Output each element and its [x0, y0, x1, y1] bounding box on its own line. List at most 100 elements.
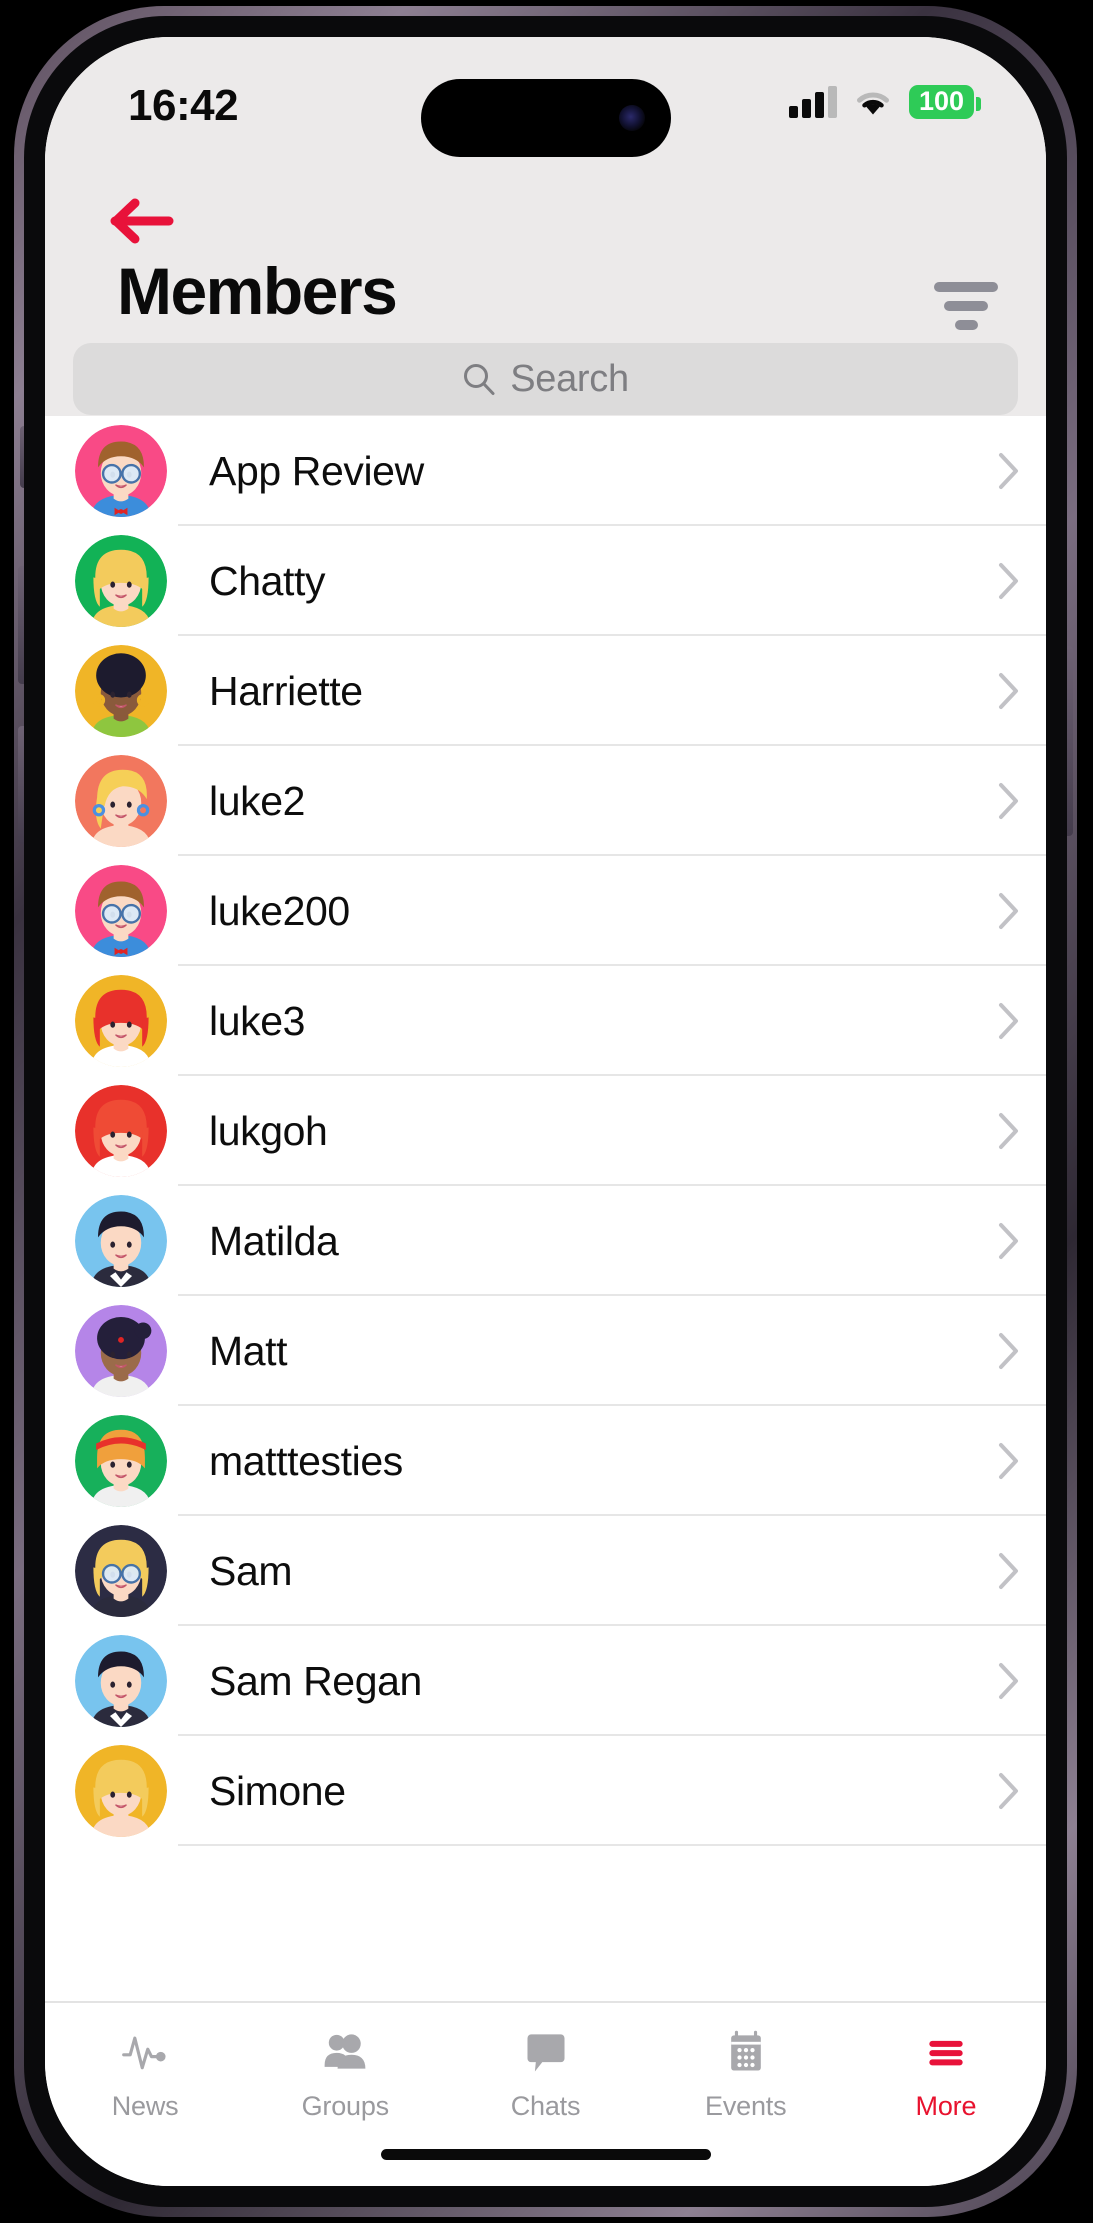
tab-events[interactable]: Events [646, 2025, 846, 2122]
avatar [75, 1085, 167, 1177]
table-row[interactable]: luke2 [45, 746, 1046, 856]
wifi-icon [853, 87, 893, 117]
chevron-right-icon [999, 1663, 1018, 1699]
back-arrow-icon [110, 198, 174, 244]
table-row[interactable]: App Review [45, 416, 1046, 526]
tab-label: Groups [301, 2091, 390, 2121]
dynamic-island [420, 79, 671, 157]
tab-label: News [111, 2091, 179, 2121]
member-name: Matilda [209, 1217, 339, 1264]
avatar [75, 1745, 167, 1837]
members-list[interactable]: App Review Chatty Harriette luke2 luke20… [45, 416, 1046, 2001]
chevron-right-icon[interactable] [998, 1332, 1020, 1370]
chevron-right-icon [999, 1333, 1018, 1369]
tab-news[interactable]: News [45, 2025, 245, 2122]
tab-chats[interactable]: Chats [445, 2025, 645, 2122]
table-row[interactable]: Sam [45, 1516, 1046, 1626]
chevron-right-icon[interactable] [998, 1112, 1020, 1150]
member-name: luke3 [209, 997, 306, 1044]
chevron-right-icon[interactable] [998, 1662, 1020, 1700]
avatar [75, 425, 167, 517]
avatar [75, 755, 167, 847]
member-name: luke2 [209, 777, 306, 824]
avatar [75, 1415, 167, 1507]
member-name: Harriette [209, 667, 363, 714]
home-indicator[interactable] [380, 2149, 711, 2160]
table-row[interactable]: matttesties [45, 1406, 1046, 1516]
tab-label: More [915, 2091, 977, 2121]
back-button[interactable] [107, 193, 179, 249]
tab-label: Chats [510, 2091, 581, 2121]
chevron-right-icon [999, 453, 1018, 489]
avatar [75, 645, 167, 737]
chevron-right-icon [999, 1773, 1018, 1809]
status-bar: 16:42 100 [45, 37, 1046, 157]
phone-screen: 16:42 100 Members Search App Review Chat… [45, 37, 1046, 2186]
chevron-right-icon [999, 783, 1018, 819]
chevron-right-icon[interactable] [998, 782, 1020, 820]
avatar [75, 1525, 167, 1617]
chevron-right-icon [999, 1553, 1018, 1589]
filter-icon-bar-1 [934, 282, 998, 292]
chevron-right-icon[interactable] [998, 672, 1020, 710]
avatar [75, 535, 167, 627]
table-row[interactable]: Harriette [45, 636, 1046, 746]
avatar [75, 975, 167, 1067]
table-row[interactable]: Chatty [45, 526, 1046, 636]
tab-more[interactable]: More [846, 2025, 1046, 2122]
member-name: Sam Regan [209, 1657, 422, 1704]
avatar [75, 865, 167, 957]
chevron-right-icon[interactable] [998, 1222, 1020, 1260]
chat-bubble-icon [521, 2025, 571, 2079]
table-row[interactable]: Matilda [45, 1186, 1046, 1296]
chevron-right-icon[interactable] [998, 1002, 1020, 1040]
filter-button[interactable] [934, 279, 998, 333]
chevron-right-icon [999, 893, 1018, 929]
member-name: luke200 [209, 887, 350, 934]
table-row[interactable]: lukgoh [45, 1076, 1046, 1186]
table-row[interactable]: Matt [45, 1296, 1046, 1406]
chevron-right-icon [999, 1113, 1018, 1149]
search-input[interactable]: Search [73, 343, 1018, 415]
member-name: App Review [209, 447, 424, 494]
calendar-icon [721, 2025, 771, 2079]
chevron-right-icon [999, 1003, 1018, 1039]
member-name: lukgoh [209, 1107, 328, 1154]
chevron-right-icon[interactable] [998, 892, 1020, 930]
page-title: Members [117, 254, 398, 328]
chevron-right-icon[interactable] [998, 452, 1020, 490]
member-name: matttesties [209, 1437, 403, 1484]
member-name: Chatty [209, 557, 326, 604]
chevron-right-icon [999, 1223, 1018, 1259]
table-row[interactable]: luke3 [45, 966, 1046, 1076]
chevron-right-icon[interactable] [998, 562, 1020, 600]
front-camera-icon [618, 105, 645, 131]
chevron-right-icon[interactable] [998, 1442, 1020, 1480]
screenshot-stage: 16:42 100 Members Search App Review Chat… [0, 0, 1093, 2223]
table-row[interactable]: Sam Regan [45, 1626, 1046, 1736]
chevron-right-icon [999, 1443, 1018, 1479]
filter-icon-bar-3 [954, 320, 978, 330]
status-clock: 16:42 [128, 81, 239, 130]
tab-groups[interactable]: Groups [245, 2025, 445, 2122]
member-name: Simone [209, 1767, 346, 1814]
search-icon [462, 362, 496, 396]
cellular-signal-icon [788, 86, 837, 118]
chevron-right-icon[interactable] [998, 1772, 1020, 1810]
status-indicators: 100 [788, 85, 982, 119]
member-name: Sam [209, 1547, 293, 1594]
navigation-header: Members Search [45, 157, 1046, 416]
chevron-right-icon[interactable] [998, 1552, 1020, 1590]
hamburger-icon [921, 2025, 971, 2079]
battery-indicator: 100 [908, 85, 982, 119]
avatar [75, 1635, 167, 1727]
chevron-right-icon [999, 563, 1018, 599]
avatar [75, 1305, 167, 1397]
table-row[interactable]: Simone [45, 1736, 1046, 1846]
search-placeholder: Search [510, 357, 629, 400]
pulse-icon [120, 2025, 170, 2079]
chevron-right-icon [999, 673, 1018, 709]
filter-icon-bar-2 [944, 301, 988, 311]
table-row[interactable]: luke200 [45, 856, 1046, 966]
people-icon [320, 2025, 370, 2079]
